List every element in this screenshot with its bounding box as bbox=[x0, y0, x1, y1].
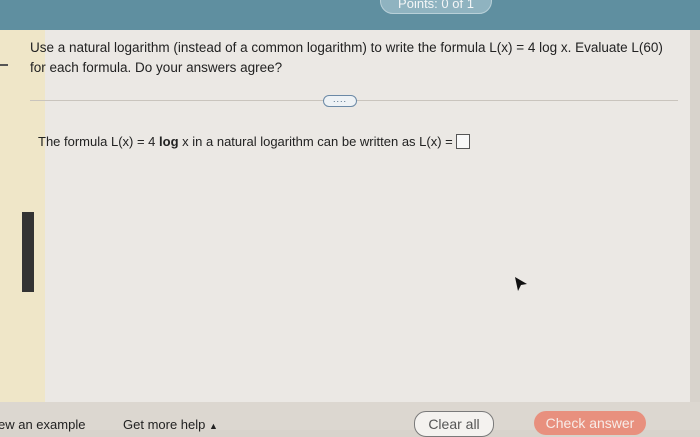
check-answer-button[interactable]: Check answer bbox=[534, 411, 646, 435]
expand-button[interactable]: .... bbox=[323, 95, 357, 107]
answer-log-word: log bbox=[159, 134, 179, 149]
answer-middle: x in a natural logarithm can be written … bbox=[182, 134, 453, 149]
answer-prefix: The formula L(x) = 4 bbox=[38, 134, 156, 149]
top-bar: Points: 0 of 1 bbox=[0, 0, 700, 30]
answer-input[interactable] bbox=[455, 134, 470, 149]
clear-all-button[interactable]: Clear all bbox=[414, 411, 494, 437]
left-edge-marker bbox=[0, 64, 8, 66]
points-badge: Points: 0 of 1 bbox=[380, 0, 492, 14]
answer-statement: The formula L(x) = 4 log x in a natural … bbox=[38, 134, 470, 149]
mouse-pointer-icon bbox=[515, 277, 527, 291]
scroll-handle[interactable] bbox=[22, 212, 34, 292]
question-text: Use a natural logarithm (instead of a co… bbox=[30, 40, 663, 75]
question-panel bbox=[10, 30, 690, 402]
